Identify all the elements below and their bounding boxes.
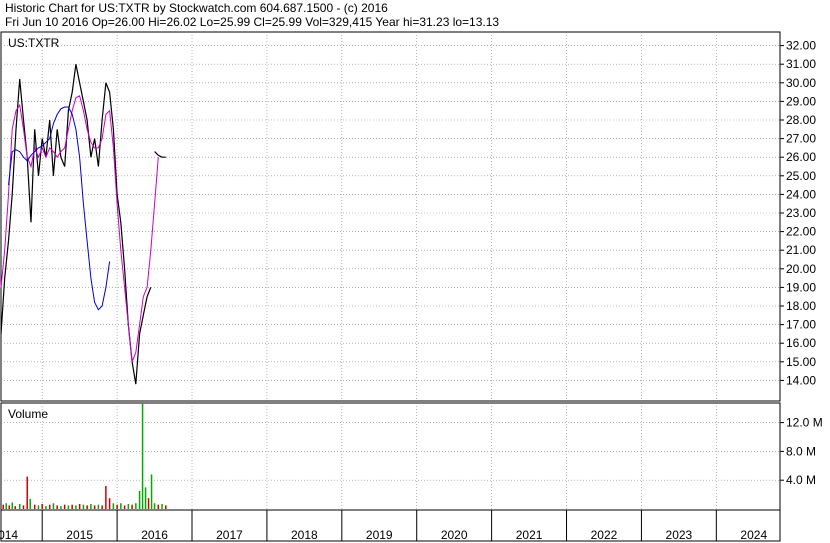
year-tick-label: 2019 bbox=[366, 528, 393, 542]
series-ma-long bbox=[8, 106, 111, 311]
chart-page: Historic Chart for US:TXTR by Stockwatch… bbox=[0, 0, 830, 543]
year-tick-label: 2018 bbox=[291, 528, 318, 542]
price-tick-label: 18.00 bbox=[786, 299, 816, 313]
price-tick-label: 30.00 bbox=[786, 76, 816, 90]
chart-frames bbox=[0, 31, 781, 542]
year-tick-label: 2014 bbox=[0, 528, 18, 542]
series-price bbox=[0, 64, 152, 385]
volume-tick-label: 4.0 M bbox=[786, 473, 816, 487]
grid-lines bbox=[1, 32, 784, 541]
price-tick-label: 16.00 bbox=[786, 336, 816, 350]
price-tick-label: 24.00 bbox=[786, 187, 816, 201]
volume-panel-title: Volume bbox=[8, 407, 48, 421]
price-panel-title: US:TXTR bbox=[8, 36, 60, 50]
year-tick-label: 2015 bbox=[66, 528, 93, 542]
price-tick-label: 21.00 bbox=[786, 243, 816, 257]
year-tick-label: 2020 bbox=[441, 528, 468, 542]
price-tick-label: 19.00 bbox=[786, 280, 816, 294]
volume-tick-label: 8.0 M bbox=[786, 444, 816, 458]
price-tick-label: 22.00 bbox=[786, 225, 816, 239]
year-tick-label: 2023 bbox=[666, 528, 693, 542]
price-tick-label: 14.00 bbox=[786, 373, 816, 387]
series-price-2016 bbox=[154, 151, 166, 158]
stock-chart: 32.00 31.00 30.00 29.00 28.00 27.00 26.00 25.00… bbox=[0, 31, 823, 542]
price-tick-label: 15.00 bbox=[786, 355, 816, 369]
year-tick-label: 2016 bbox=[141, 528, 168, 542]
price-tick-label: 27.00 bbox=[786, 132, 816, 146]
price-tick-label: 29.00 bbox=[786, 94, 816, 108]
price-lines bbox=[0, 64, 166, 385]
price-tick-label: 31.00 bbox=[786, 57, 816, 71]
volume-panel-frame bbox=[0, 402, 781, 511]
year-tick-label: 2021 bbox=[516, 528, 543, 542]
price-tick-label: 25.00 bbox=[786, 169, 816, 183]
price-tick-label: 17.00 bbox=[786, 318, 816, 332]
series-ma-short bbox=[0, 95, 159, 362]
axis-labels: 32.00 31.00 30.00 29.00 28.00 27.00 26.00 25.00… bbox=[0, 39, 823, 542]
price-tick-label: 20.00 bbox=[786, 262, 816, 276]
year-tick-label: 2022 bbox=[591, 528, 618, 542]
price-tick-label: 32.00 bbox=[786, 39, 816, 53]
price-tick-label: 26.00 bbox=[786, 150, 816, 164]
year-tick-label: 2024 bbox=[740, 528, 767, 542]
year-tick-label: 2017 bbox=[216, 528, 243, 542]
price-tick-label: 28.00 bbox=[786, 113, 816, 127]
price-tick-label: 23.00 bbox=[786, 206, 816, 220]
volume-tick-label: 12.0 M bbox=[786, 416, 823, 430]
